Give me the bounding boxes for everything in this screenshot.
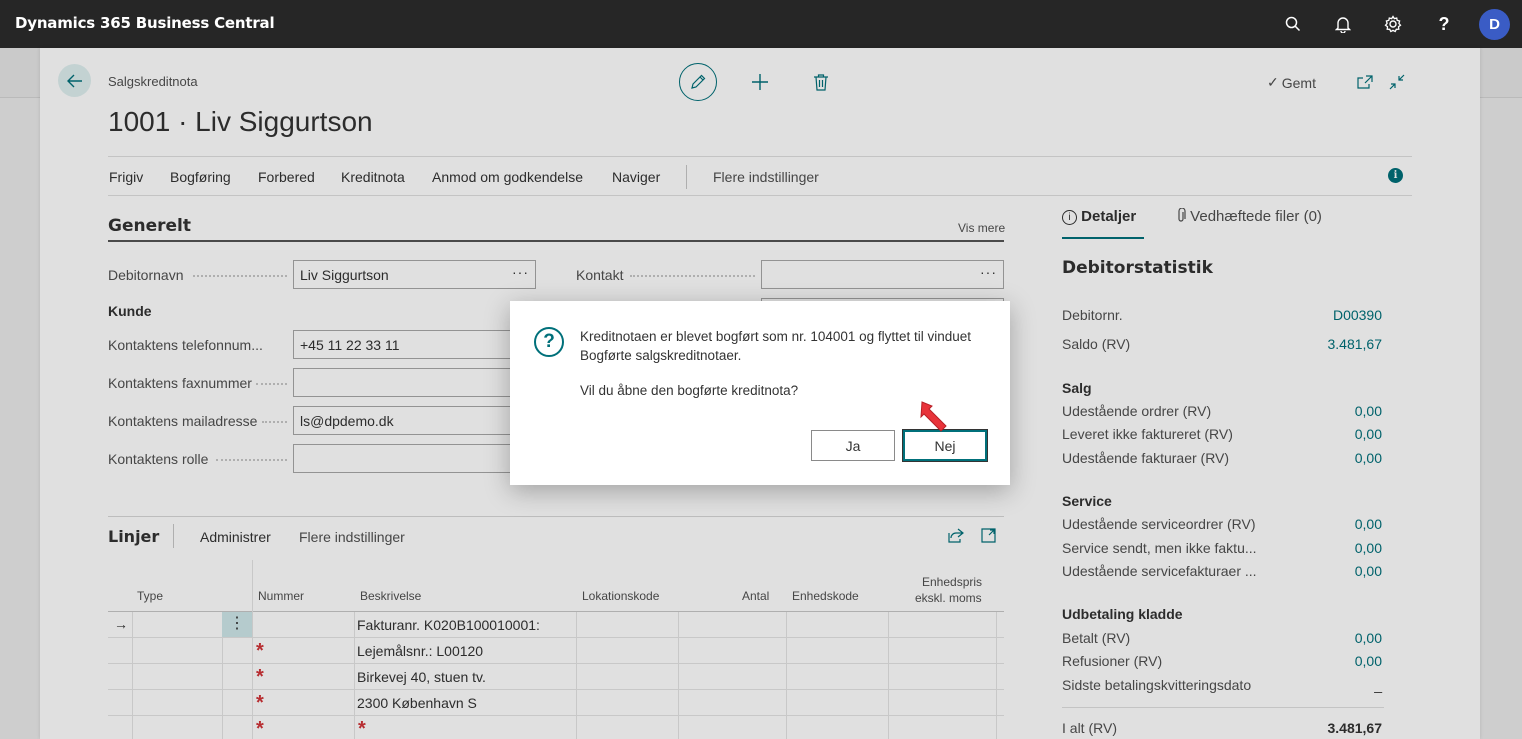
app-title[interactable]: Dynamics 365 Business Central bbox=[15, 14, 275, 32]
pointer-arrow-icon bbox=[920, 401, 947, 432]
confirm-dialog: ? Kreditnotaen er blevet bogført som nr.… bbox=[510, 301, 1010, 485]
question-icon: ? bbox=[534, 327, 564, 357]
dialog-question: Vil du åbne den bogførte kreditnota? bbox=[580, 383, 799, 398]
gear-icon[interactable] bbox=[1381, 12, 1405, 36]
yes-button[interactable]: Ja bbox=[811, 430, 895, 461]
bell-icon[interactable] bbox=[1331, 12, 1355, 36]
help-icon[interactable]: ? bbox=[1432, 12, 1456, 36]
dialog-message: Kreditnotaen er blevet bogført som nr. 1… bbox=[580, 329, 971, 363]
top-bar: Dynamics 365 Business Central ? D bbox=[0, 0, 1522, 48]
search-icon[interactable] bbox=[1281, 12, 1305, 36]
user-avatar[interactable]: D bbox=[1479, 9, 1510, 40]
